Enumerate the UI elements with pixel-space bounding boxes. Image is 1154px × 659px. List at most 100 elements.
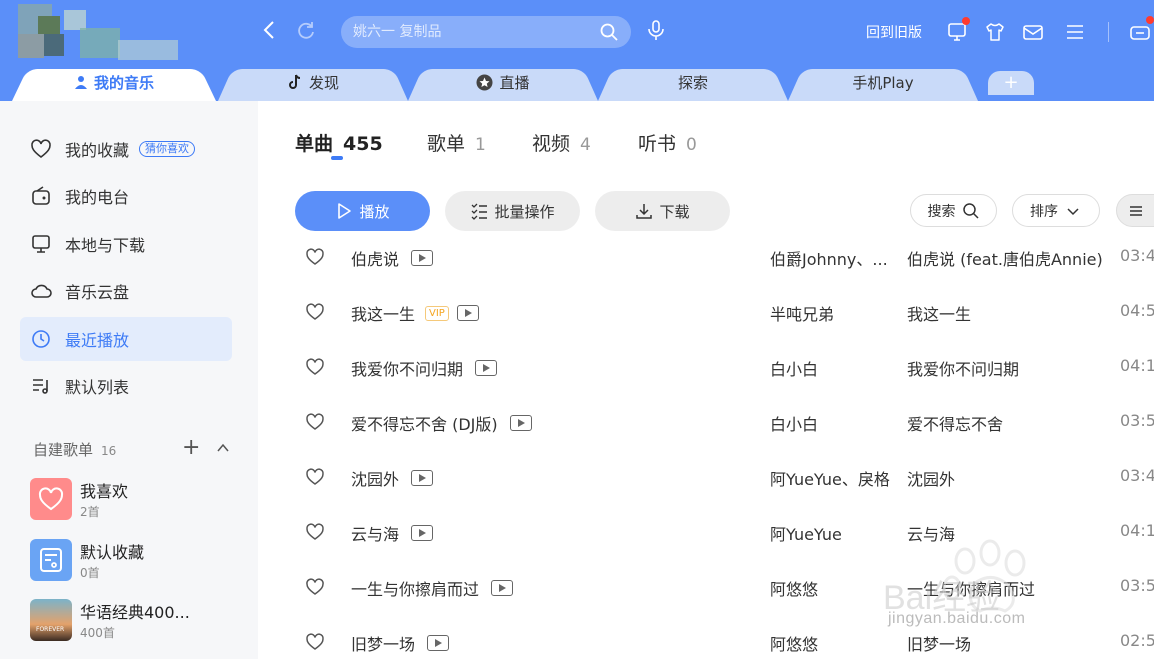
menu-icon[interactable]	[1063, 20, 1087, 44]
sidebar-item-radio[interactable]: 我的电台	[20, 174, 232, 218]
song-album[interactable]: 旧梦一场	[907, 631, 1107, 655]
like-heart-icon[interactable]	[305, 247, 325, 267]
playlist-item[interactable]: FOREVER 华语经典400... 400首	[30, 599, 240, 643]
sidebar-item-local-download[interactable]: 本地与下载	[20, 222, 232, 266]
song-title: 旧梦一场	[351, 635, 416, 654]
search-box[interactable]	[341, 16, 631, 48]
list-view-button[interactable]	[1116, 194, 1154, 227]
song-artist[interactable]: 阿悠悠	[770, 576, 895, 600]
user-avatar[interactable]	[18, 4, 180, 62]
song-row[interactable]: 一生与你擦肩而过阿悠悠一生与你擦肩而过03:59	[258, 560, 1154, 615]
download-icon	[636, 204, 653, 219]
search-icon[interactable]	[599, 22, 619, 42]
song-title: 我爱你不问归期	[351, 360, 464, 379]
chevron-up-icon[interactable]	[216, 441, 230, 455]
like-heart-icon[interactable]	[305, 412, 325, 432]
batch-operation-button[interactable]: 批量操作	[445, 191, 580, 231]
song-artist[interactable]: 白小白	[770, 411, 895, 435]
sidebar-item-label: 音乐云盘	[65, 283, 130, 302]
section-count: 16	[101, 444, 117, 458]
heart-icon	[38, 487, 64, 511]
song-album[interactable]: 我这一生	[907, 301, 1107, 325]
playlist-cover	[30, 539, 72, 581]
sidebar: 我的收藏 猜你喜欢 我的电台 本地与下载 音乐云盘 最近播放 默认列表 自建歌单…	[0, 101, 258, 659]
song-artist[interactable]: 阿YueYue、戾格	[770, 466, 895, 490]
playlist-cover: FOREVER	[30, 599, 72, 641]
like-heart-icon[interactable]	[305, 632, 325, 652]
sidebar-item-label: 最近播放	[65, 331, 130, 350]
tab-live[interactable]: 直播	[408, 63, 598, 101]
back-icon[interactable]	[256, 17, 282, 43]
song-album[interactable]: 我爱你不问归期	[907, 356, 1107, 380]
add-playlist-icon[interactable]: +	[182, 437, 200, 459]
sidebar-item-recent[interactable]: 最近播放	[20, 317, 232, 361]
content-tab-label: 歌单	[427, 133, 466, 155]
mv-play-icon[interactable]	[509, 415, 532, 431]
guess-you-like-badge[interactable]: 猜你喜欢	[139, 141, 196, 157]
tab-discover[interactable]: 发现	[218, 63, 408, 101]
play-label: 播放	[359, 202, 390, 221]
song-title-cell: 伯虎说	[351, 246, 434, 270]
like-heart-icon[interactable]	[305, 302, 325, 322]
song-artist[interactable]: 阿悠悠	[770, 631, 895, 655]
notification-dot	[962, 17, 970, 25]
tab-songs[interactable]: 单曲 455	[295, 129, 383, 156]
note-list-icon	[40, 548, 62, 572]
skin-icon[interactable]	[983, 20, 1007, 44]
tab-explore[interactable]: 探索	[598, 63, 788, 101]
tab-mobile-play[interactable]: 手机Play	[788, 63, 978, 101]
mv-play-icon[interactable]	[491, 580, 514, 596]
search-input[interactable]	[353, 21, 593, 43]
song-row[interactable]: 我爱你不问归期白小白我爱你不问归期04:14	[258, 340, 1154, 395]
search-list-button[interactable]: 搜索	[910, 194, 997, 227]
mv-play-icon[interactable]	[411, 525, 434, 541]
song-title: 云与海	[351, 525, 400, 544]
sidebar-item-default-list[interactable]: 默认列表	[20, 364, 232, 408]
playlist-count: 2首	[80, 505, 100, 519]
download-button[interactable]: 下载	[595, 191, 730, 231]
song-artist[interactable]: 伯爵Johnny、...	[770, 246, 895, 270]
mv-play-icon[interactable]	[411, 250, 434, 266]
song-artist[interactable]: 阿YueYue	[770, 521, 895, 545]
play-all-button[interactable]: 播放	[295, 191, 430, 231]
sidebar-item-cloud[interactable]: 音乐云盘	[20, 269, 232, 313]
mv-play-icon[interactable]	[475, 360, 498, 376]
add-tab-button[interactable]: +	[988, 71, 1034, 95]
song-row[interactable]: 爱不得忘不舍 (DJ版) 白小白爱不得忘不舍 03:59	[258, 395, 1154, 450]
old-version-link[interactable]: 回到旧版	[866, 22, 922, 42]
playlist-item[interactable]: 我喜欢 2首	[30, 478, 240, 522]
search-icon	[962, 202, 979, 219]
mail-icon[interactable]	[1021, 20, 1045, 44]
mv-play-icon[interactable]	[411, 470, 434, 486]
download-label: 下载	[659, 202, 690, 221]
song-album[interactable]: 爱不得忘不舍	[907, 411, 1107, 435]
clock-icon	[32, 330, 50, 348]
like-heart-icon[interactable]	[305, 357, 325, 377]
song-album[interactable]: 沈园外	[907, 466, 1107, 490]
song-title-cell: 旧梦一场	[351, 631, 450, 655]
tab-my-music[interactable]: 我的音乐	[12, 63, 216, 101]
song-album[interactable]: 云与海	[907, 521, 1107, 545]
sort-button[interactable]: 排序	[1012, 194, 1100, 227]
sidebar-item-label: 本地与下载	[65, 236, 146, 255]
song-row[interactable]: 云与海阿YueYue云与海04:18	[258, 505, 1154, 560]
song-row[interactable]: 我这一生VIP半吨兄弟我这一生04:59	[258, 285, 1154, 340]
like-heart-icon[interactable]	[305, 577, 325, 597]
like-heart-icon[interactable]	[305, 467, 325, 487]
mv-play-icon[interactable]	[427, 635, 450, 651]
song-artist[interactable]: 半吨兄弟	[770, 301, 895, 325]
song-row[interactable]: 沈园外阿YueYue、戾格沈园外03:43	[258, 450, 1154, 505]
content-tab-count: 0	[686, 135, 697, 155]
like-heart-icon[interactable]	[305, 522, 325, 542]
song-row[interactable]: 伯虎说 伯爵Johnny、... 伯虎说 (feat.唐伯虎Annie) 03:40	[258, 230, 1154, 285]
tab-audiobooks[interactable]: 听书 0	[638, 129, 697, 156]
song-artist[interactable]: 白小白	[770, 356, 895, 380]
mv-play-icon[interactable]	[456, 305, 479, 321]
refresh-icon[interactable]	[293, 17, 319, 43]
sidebar-item-favorites[interactable]: 我的收藏 猜你喜欢	[20, 127, 232, 171]
tab-playlists[interactable]: 歌单 1	[427, 129, 486, 156]
song-album[interactable]: 伯虎说 (feat.唐伯虎Annie)	[907, 246, 1107, 270]
tab-videos[interactable]: 视频 4	[532, 129, 591, 156]
voice-search-icon[interactable]	[643, 17, 669, 43]
playlist-item[interactable]: 默认收藏 0首	[30, 539, 240, 583]
